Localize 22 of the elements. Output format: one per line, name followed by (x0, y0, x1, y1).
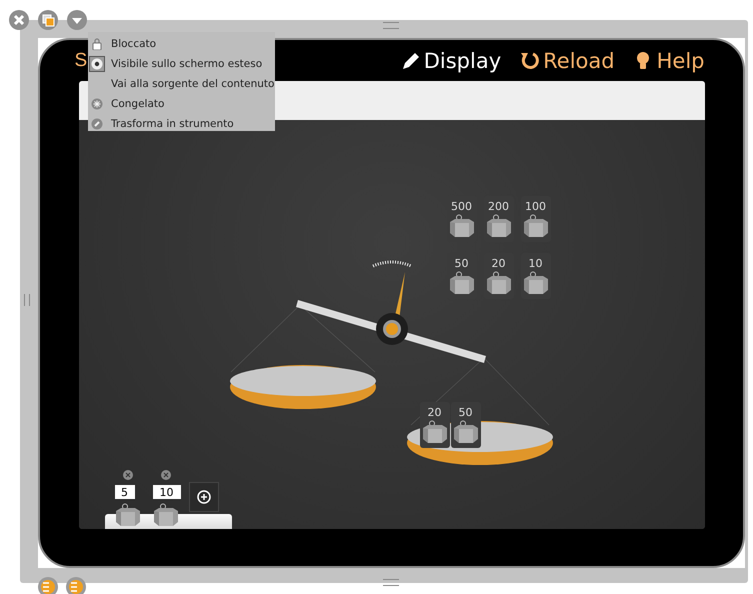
weight-tile[interactable]: 20 (420, 402, 450, 448)
menu-item[interactable]: Bloccato (111, 38, 156, 50)
weight-label: 10 (528, 257, 542, 271)
menu-item[interactable]: Visibile sullo schermo esteso (111, 58, 262, 70)
toolbar-button[interactable]: Display (400, 48, 502, 72)
menu-item[interactable]: Congelato (111, 98, 164, 110)
menu-item[interactable]: Vai alla sorgente del contenuto (111, 78, 274, 90)
weight-tile[interactable]: 10 (520, 253, 550, 299)
weight-tile[interactable]: 50 (450, 402, 480, 448)
app-title: S (74, 50, 88, 72)
weight-input[interactable]: 10 (152, 485, 180, 499)
weight-label: 20 (492, 257, 506, 271)
weight-label: 200 (488, 200, 509, 214)
weight-input[interactable]: 5 (114, 485, 134, 499)
weight-label: 20 (428, 406, 442, 420)
weight-label: 500 (451, 200, 472, 214)
weight-label: 50 (454, 257, 468, 271)
toolbar-button[interactable]: Reload (519, 48, 615, 72)
weight-label: 50 (458, 406, 472, 420)
weight-label: 100 (525, 200, 546, 214)
menu-item[interactable]: Trasforma in strumento (111, 118, 234, 130)
toolbar-button[interactable]: Help (632, 48, 704, 72)
